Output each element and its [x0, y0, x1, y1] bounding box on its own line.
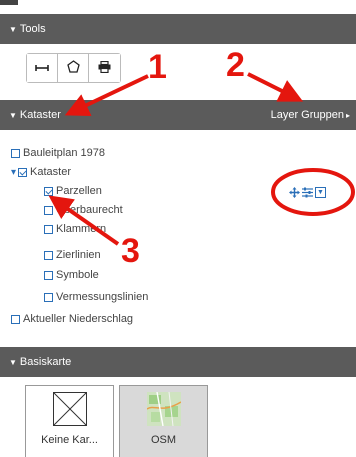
layer-item[interactable]: Zierlinien	[44, 246, 101, 264]
layer-tree: Bauleitplan 1978 ▾ Kataster Parzellen Üb…	[0, 130, 356, 347]
callout-number-1: 1	[148, 48, 167, 86]
layer-item[interactable]: Parzellen	[44, 182, 102, 200]
chevron-down-icon[interactable]: ▾	[11, 167, 16, 178]
basiskarte-panel-title: Basiskarte	[19, 356, 72, 368]
checkbox-icon[interactable]	[11, 148, 20, 158]
checkbox-icon[interactable]	[44, 292, 53, 302]
checkbox-icon[interactable]	[44, 250, 53, 260]
layer-label: Zierlinien	[56, 249, 101, 261]
layer-label: Kataster	[30, 166, 71, 178]
callout-number-2: 2	[226, 46, 245, 84]
layer-item[interactable]: Überbaurecht	[44, 201, 123, 219]
layer-group-item[interactable]: ▾ Kataster	[11, 163, 71, 181]
layer-label: Aktueller Niederschlag	[23, 313, 134, 325]
caret-down-icon: ▼	[9, 357, 17, 367]
layer-label: Klammern	[56, 223, 107, 235]
measure-area-icon	[66, 60, 80, 76]
checkbox-icon[interactable]	[44, 224, 53, 234]
caret-down-icon: ▼	[9, 24, 17, 34]
layer-label: Überbaurecht	[56, 204, 123, 216]
tools-panel-header[interactable]: ▼ Tools	[0, 14, 356, 44]
layer-label: Symbole	[56, 269, 99, 281]
layer-item[interactable]: Klammern	[44, 220, 106, 238]
checkbox-icon[interactable]	[11, 314, 20, 324]
basiskarte-panel-body: Keine Kar... OSM	[0, 377, 356, 457]
layer-gruppen-label: Layer Gruppen	[270, 109, 344, 121]
tools-panel-body	[0, 44, 356, 100]
layer-label: Vermessungslinien	[56, 291, 149, 303]
basemap-tile-none[interactable]: Keine Kar...	[25, 385, 114, 457]
print-icon	[98, 60, 111, 76]
checkbox-icon[interactable]	[44, 205, 53, 215]
layer-item[interactable]: Symbole	[44, 266, 99, 284]
checkbox-checked-icon[interactable]	[44, 186, 53, 196]
top-strip	[0, 0, 356, 14]
layer-item[interactable]: Bauleitplan 1978	[11, 144, 105, 162]
layer-label: Bauleitplan 1978	[23, 147, 105, 159]
callout-number-3: 3	[121, 232, 140, 270]
move-icon[interactable]	[289, 186, 300, 198]
layer-label: Parzellen	[56, 185, 102, 197]
checkbox-checked-icon[interactable]	[18, 167, 28, 177]
layer-item[interactable]: Vermessungslinien	[44, 288, 148, 306]
top-strip-bar	[0, 0, 18, 5]
measure-area-button[interactable]	[58, 54, 89, 82]
layer-row-actions: ▼	[289, 185, 326, 199]
settings-sliders-icon[interactable]	[302, 187, 313, 198]
layer-gruppen-link[interactable]: Layer Gruppen ▸	[271, 109, 350, 121]
osm-map-thumbnail-icon	[146, 392, 181, 426]
kataster-panel-header[interactable]: ▼ Kataster Layer Gruppen ▸	[0, 100, 356, 130]
dropdown-box-icon[interactable]: ▼	[315, 186, 326, 198]
tools-button-group	[26, 53, 121, 83]
caret-right-icon: ▸	[345, 111, 350, 120]
tools-panel-title: Tools	[19, 23, 46, 35]
basemap-tile-label: OSM	[150, 434, 177, 446]
basemap-tile-osm[interactable]: OSM	[119, 385, 208, 457]
basemap-tile-label: Keine Kar...	[41, 434, 98, 446]
kataster-panel-title: Kataster	[19, 109, 61, 121]
checkbox-icon[interactable]	[44, 270, 53, 280]
measure-line-icon	[35, 60, 49, 76]
caret-down-icon: ▼	[9, 110, 17, 120]
no-map-icon	[52, 392, 87, 426]
basiskarte-panel-header[interactable]: ▼ Basiskarte	[0, 347, 356, 377]
measure-line-button[interactable]	[27, 54, 58, 82]
print-button[interactable]	[89, 54, 120, 82]
layer-item[interactable]: Aktueller Niederschlag	[11, 310, 133, 328]
